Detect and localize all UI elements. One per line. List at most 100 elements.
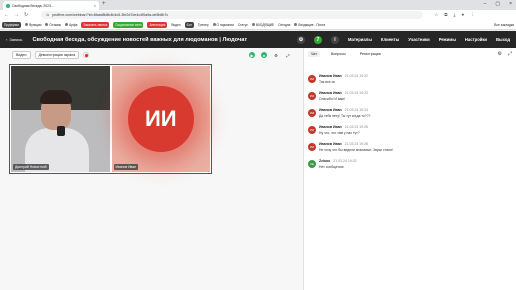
settings-gear-icon[interactable]: ⚙ [296, 35, 305, 44]
tab-chat[interactable]: Чат [308, 51, 320, 57]
reload-icon[interactable]: ↻ [24, 12, 28, 18]
bookmark-item[interactable]: Социальные сети [113, 21, 144, 28]
bookmarks-bar: Пруффми Функции Отзывы Арфа Заказать зво… [0, 20, 516, 30]
message-time: 21.03.24 19:23 [344, 91, 368, 95]
new-tab-icon[interactable]: + [102, 1, 106, 7]
chat-message: ZE Zzlooo 21.03.24 19:32 Нет сообщения [308, 159, 514, 169]
header-nav: ⚙ 7 i Материалы Клиенты Участники Режимы… [296, 35, 510, 44]
participant-tile-video[interactable]: Дмитрий Новостной [11, 66, 110, 172]
browser-toolbar-icons: ☆ ⧉ ⤓ ● ⋮ [434, 12, 474, 18]
extensions-icon[interactable]: ⧉ [444, 12, 447, 18]
close-tab-icon[interactable]: × [94, 3, 96, 8]
tab-favicon-icon [6, 3, 10, 8]
stage-toolbar: Видео Демонстрация экрана ▶ ● ⚙ ⤢ [0, 48, 303, 62]
address-bar[interactable]: ⊙ pruffme.com/webinar/?id=8fcad8b8b4b4c5… [41, 11, 424, 19]
chat-tabs: Чат Вопросы Регистрация [308, 51, 384, 57]
chat-message: ИИ Иванов Иван 21.03.24 19:24 Да тебя нету!… [308, 108, 514, 118]
record-icon [84, 53, 88, 57]
fullscreen-icon[interactable]: ⤢ [508, 51, 512, 57]
address-row: ← → ↻ ⊙ pruffme.com/webinar/?id=8fcad8b8… [0, 10, 516, 20]
message-header: Иванов Иван 21.03.24 19:28 [319, 142, 393, 146]
chat-message: ИИ Иванов Иван 21.03.24 19:22 Так все ок [308, 74, 514, 84]
tab-registration[interactable]: Регистрация [357, 51, 384, 57]
nav-modes[interactable]: Режимы [439, 37, 456, 42]
avatar: ZE [308, 160, 316, 168]
bookmark-item[interactable]: ВХОДЯЩИЕ [251, 23, 274, 27]
back-button[interactable]: ‹ Запись [6, 37, 22, 42]
forward-arrow-icon[interactable]: → [14, 12, 19, 18]
participant-tile-avatar[interactable]: ИИ Иванов Иван [111, 66, 210, 172]
site-info-icon[interactable]: ⊙ [46, 13, 49, 17]
fullscreen-icon[interactable]: ⤢ [285, 52, 291, 58]
avatar: ИИ [308, 126, 316, 134]
video-view-button[interactable]: Видео [12, 51, 31, 59]
message-body: Иванов Иван 21.03.24 19:24 Да тебя нету! Т… [319, 108, 370, 118]
message-time: 21.03.24 19:24 [344, 108, 368, 112]
bookmark-item[interactable]: Пруффми [2, 21, 21, 28]
message-author: Иванов Иван [319, 74, 342, 78]
bookmark-item[interactable]: Статус [238, 23, 248, 27]
back-arrow-icon[interactable]: ← [4, 12, 9, 18]
browser-tab-bar: Свободная беседа, 2023... × + – ▢ × [0, 0, 516, 10]
bookmark-item[interactable]: Функции [24, 23, 41, 27]
back-label: Запись [9, 37, 23, 42]
message-body: Иванов Иван 21.03.24 19:23 Спасибо! И вам! [319, 91, 368, 101]
bookmark-item[interactable]: Входящие - Почта [294, 23, 325, 27]
page-title: Свободная беседа, обсуждение новостей ва… [32, 36, 248, 43]
download-icon[interactable]: ⤓ [453, 12, 455, 18]
bookmark-item[interactable]: Отзывы [45, 23, 61, 27]
microphone-icon[interactable]: ● [261, 52, 267, 58]
message-time: 21.03.24 19:32 [333, 159, 357, 163]
message-text: Спасибо! И вам! [319, 97, 345, 101]
video-grid: Дмитрий Новостной ИИ Иванов Иван [9, 64, 212, 174]
maximize-icon[interactable]: ▢ [495, 1, 500, 7]
menu-icon[interactable]: ⋮ [470, 12, 475, 18]
nav-settings[interactable]: Настройки [465, 37, 487, 42]
tab-questions[interactable]: Вопросы [328, 51, 349, 57]
participants-count: 7 [316, 36, 320, 43]
screen-share-button[interactable]: Демонстрация экрана [34, 51, 80, 59]
nav-materials[interactable]: Материалы [348, 37, 372, 42]
bookmark-item[interactable]: Заказать звонок [81, 21, 110, 28]
person-hair [40, 90, 72, 104]
bookmark-item[interactable]: Сегодня [278, 23, 290, 27]
settings-icon[interactable]: ⚙ [498, 51, 502, 57]
nav-exit[interactable]: Выход [496, 37, 510, 42]
message-text: Нет сообщения [319, 165, 344, 169]
chat-message: ИИ Иванов Иван 21.03.24 19:23 Спасибо! И ва… [308, 91, 514, 101]
close-window-icon[interactable]: × [509, 1, 512, 7]
nav-participants[interactable]: Участники [408, 37, 430, 42]
window-controls: – ▢ × [484, 1, 512, 7]
stage-controls: ▶ ● ⚙ ⤢ [249, 52, 291, 58]
avatar: ИИ [308, 92, 316, 100]
tab-title: Свободная беседа, 2023... [12, 3, 54, 8]
message-body: Иванов Иван 21.03.24 19:26 Ну что, что там… [319, 125, 368, 135]
message-header: Иванов Иван 21.03.24 19:24 [319, 108, 370, 112]
minimize-icon[interactable]: – [484, 1, 487, 7]
profile-icon[interactable]: ● [461, 12, 464, 18]
bookmark-item[interactable]: Аннотация [147, 21, 168, 28]
bookmark-item[interactable]: Бот [184, 21, 194, 28]
gear-icon[interactable]: ⚙ [273, 52, 279, 58]
participants-icon[interactable]: 7 [313, 35, 322, 44]
conference-stage: Видео Демонстрация экрана ▶ ● ⚙ ⤢ Дмитри… [0, 48, 303, 290]
bookmark-item[interactable]: Все закладки [494, 23, 514, 27]
record-button[interactable] [83, 52, 90, 58]
bookmark-item[interactable]: О гармонии [212, 23, 234, 27]
url-text: pruffme.com/webinar/?id=8fcad8b8b4b4c5-3… [52, 13, 169, 17]
camera-icon[interactable]: ▶ [249, 52, 255, 58]
nav-clients[interactable]: Клиенты [381, 37, 399, 42]
bookmark-item[interactable]: Тренер [198, 23, 209, 27]
chat-panel-controls: ⚙ ⤢ [498, 51, 513, 57]
avatar: ИИ [127, 86, 194, 152]
bookmark-item[interactable]: Видео [171, 23, 180, 27]
info-icon[interactable]: i [330, 35, 339, 44]
message-author: Иванов Иван [319, 125, 342, 129]
message-time: 21.03.24 19:26 [344, 125, 368, 129]
bookmark-item[interactable]: Арфа [65, 23, 77, 27]
avatar: ИИ [308, 109, 316, 117]
browser-tab[interactable]: Свободная беседа, 2023... × [3, 1, 99, 10]
chat-message: ИИ Иванов Иван 21.03.24 19:28 Не хочу что б… [308, 142, 514, 152]
bookmark-star-icon[interactable]: ☆ [434, 12, 438, 18]
participant-name: Иванов Иван [113, 164, 139, 170]
